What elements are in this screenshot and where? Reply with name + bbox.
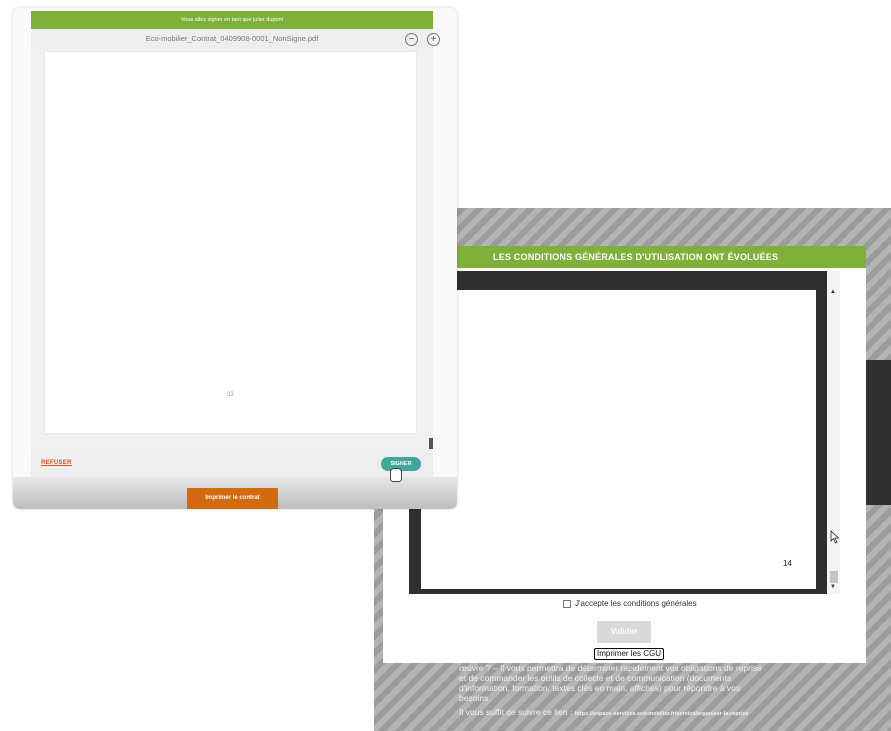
print-contract-button[interactable]: Imprimer le contrat	[187, 488, 278, 509]
background-text-line: et de commander les outils de collecte e…	[459, 673, 732, 683]
contract-sign-window: Vous allez signer en tant que julier dup…	[13, 8, 457, 509]
background-link-paragraph: Il vous suffit de suivre ce lien : https…	[459, 707, 789, 719]
sign-actions-bar: REFUSER SIGNER	[31, 449, 433, 477]
background-info-text: œuvre ? – Il vous permettra de détermine…	[459, 663, 789, 703]
print-cgu-button[interactable]: Imprimer les CGU	[594, 648, 665, 660]
cgu-page-number: 14	[783, 559, 792, 568]
validate-button[interactable]: Valider	[597, 621, 651, 643]
arrow-cursor-icon	[830, 530, 840, 544]
zoom-out-icon[interactable]: −	[405, 33, 418, 46]
sign-banner: Vous allez signer en tant que julier dup…	[31, 11, 433, 29]
reprise-link[interactable]: https://espace-services.eco-mobilier.fr/…	[575, 711, 749, 717]
contract-page-number: 33	[227, 392, 234, 398]
scroll-thumb[interactable]	[830, 571, 838, 583]
scroll-down-icon[interactable]: ▼	[830, 584, 836, 590]
background-text-line: œuvre ? – Il vous permettra de détermine…	[459, 663, 762, 673]
accept-conditions-label: J'accepte les conditions générales	[575, 599, 697, 608]
contract-pdf-page: 33	[45, 52, 416, 433]
refuse-button[interactable]: REFUSER	[41, 460, 72, 466]
zoom-in-icon[interactable]: +	[427, 33, 440, 46]
pdf-filename-bar: Eco-mobilier_Contrat_0409908-0001_NonSig…	[31, 29, 440, 49]
scroll-up-icon[interactable]: ▲	[830, 289, 836, 295]
background-text-line: d'information, formation, textes clés en…	[459, 683, 741, 693]
background-dark-panel	[866, 360, 891, 505]
cgu-scrollbar[interactable]: ▲ ▼	[827, 271, 840, 594]
pdf-filename: Eco-mobilier_Contrat_0409908-0001_NonSig…	[145, 34, 319, 43]
cgu-pdf-page: 14	[421, 290, 816, 589]
link-intro: Il vous suffit de suivre ce lien :	[459, 707, 575, 717]
checkbox-icon[interactable]	[563, 599, 571, 608]
hand-pointer-icon	[390, 468, 402, 482]
cgu-pdf-viewer[interactable]: 14 ▲ ▼	[409, 271, 840, 594]
sign-window-footer: Imprimer le contrat	[13, 477, 457, 509]
contract-pdf-viewer[interactable]: 33	[31, 49, 433, 450]
accept-conditions-checkbox[interactable]: J'accepte les conditions générales	[563, 599, 697, 608]
background-text-line: besoins.	[459, 693, 491, 703]
